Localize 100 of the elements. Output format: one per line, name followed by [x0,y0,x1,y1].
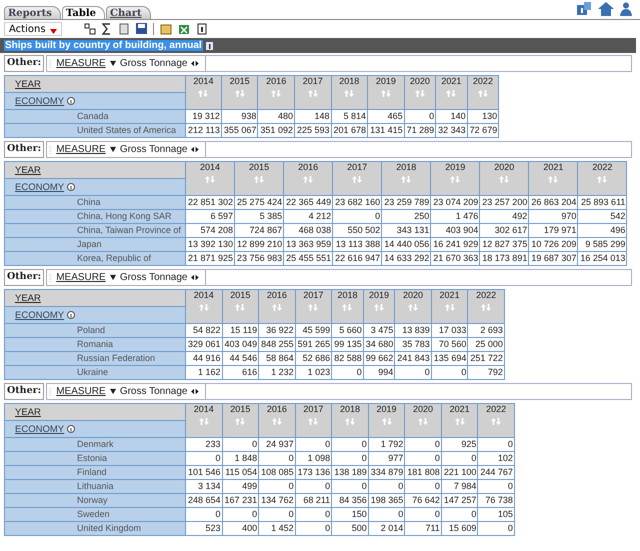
sort-arrows-icon[interactable] [344,90,354,97]
tab[interactable]: Reports [4,6,61,19]
sort-arrows-icon[interactable] [308,418,318,425]
sort-arrows-icon[interactable] [198,304,209,311]
dimension-link[interactable]: MEASURE [56,386,106,397]
table-cell: 105 [478,508,514,522]
sort-arrows-icon[interactable] [408,304,418,311]
sort-arrows-icon[interactable] [271,90,282,97]
table-cell: 0 [332,438,368,452]
sort-arrows-icon[interactable] [446,90,456,97]
table-cell: 58 864 [258,352,296,366]
sum-icon[interactable] [102,22,112,34]
dropdown-icon[interactable] [110,274,116,281]
table-cell: 19 312 [186,110,222,124]
dimension-link[interactable]: MEASURE [56,272,106,283]
table-cell: 400 [222,522,259,536]
table-cell: 0 [368,480,405,494]
row-label: Finland [4,466,186,480]
sort-arrows-icon[interactable] [308,304,318,311]
home-icon[interactable] [598,2,614,16]
dropdown-icon[interactable] [110,388,116,395]
year-link[interactable]: YEAR [15,164,41,176]
save-icon[interactable] [136,23,147,34]
year-column-header: 2022 [468,290,504,324]
caret-icon[interactable] [50,28,57,34]
dimension-link[interactable]: MEASURE [56,144,106,155]
tab[interactable]: Table [62,6,105,19]
sort-arrows-icon[interactable] [344,418,355,425]
measure-value[interactable]: Gross Tonnage [120,58,188,69]
left-right-arrows-icon[interactable] [191,146,200,153]
sort-arrows-icon[interactable] [235,304,246,311]
left-right-arrows-icon[interactable] [191,274,200,281]
table-cell: 724 867 [234,224,284,238]
sort-arrows-icon[interactable] [308,90,318,97]
sort-arrows-icon[interactable] [235,418,246,425]
sort-arrows-icon[interactable] [198,418,209,425]
left-right-arrows-icon[interactable] [191,60,200,67]
table-cell: 9 585 299 [578,238,627,252]
page-icon[interactable] [196,22,208,34]
sort-arrows-icon[interactable] [272,304,282,311]
measure-value[interactable]: Gross Tonnage [120,386,188,397]
year-column-header: 2020 [394,290,432,324]
spreadsheet-icon[interactable] [178,22,190,34]
actions-dropdown[interactable]: Actions [4,22,62,36]
year-column-header: 2014 [186,290,222,324]
sort-arrows-icon[interactable] [234,90,245,97]
sort-arrows-icon[interactable] [205,176,216,183]
left-right-arrows-icon[interactable] [191,388,200,395]
sort-arrows-icon[interactable] [254,176,264,183]
table-cell: 14 633 292 [382,252,431,266]
dropdown-icon[interactable] [110,146,116,153]
sort-arrows-icon[interactable] [303,176,314,183]
table-cell: 233 [186,438,222,452]
sort-arrows-icon[interactable] [382,418,392,425]
row-label: China, Hong Kong SAR [4,210,186,224]
table-cell: 0 [295,438,332,452]
sort-arrows-icon[interactable] [272,418,282,425]
table-cell: 0 [394,366,432,380]
sort-arrows-icon[interactable] [481,304,492,311]
measure-value[interactable]: Gross Tonnage [120,144,188,155]
sort-arrows-icon[interactable] [401,176,412,183]
year-column-header: 2020 [404,404,442,438]
other-label: Other: [4,55,44,72]
dimension-link[interactable]: MEASURE [56,58,106,69]
economy-link[interactable]: ECONOMY [15,424,64,434]
year-link[interactable]: YEAR [15,292,41,304]
sort-arrows-icon[interactable] [444,304,455,311]
table-cell: 138 189 [332,466,368,480]
table-cell: 25 893 611 [578,196,627,210]
measure-value[interactable]: Gross Tonnage [120,272,188,283]
row-label: Korea, Republic of [4,252,186,266]
sort-arrows-icon[interactable] [491,418,502,425]
sort-arrows-icon[interactable] [499,176,510,183]
sort-arrows-icon[interactable] [478,90,488,97]
pivot-icon[interactable] [84,22,96,34]
sort-arrows-icon[interactable] [342,304,352,311]
sort-arrows-icon[interactable] [548,176,558,183]
year-link[interactable]: YEAR [15,78,41,90]
year-link[interactable]: YEAR [15,406,41,418]
sort-arrows-icon[interactable] [352,176,362,183]
sort-arrows-icon[interactable] [454,418,465,425]
row-label: Sweden [4,508,186,522]
document-icon[interactable] [118,22,130,34]
dropdown-icon[interactable] [110,60,116,67]
economy-link[interactable]: ECONOMY [15,96,64,106]
table-cell: 19 687 307 [528,252,578,266]
sort-arrows-icon[interactable] [418,418,428,425]
sort-arrows-icon[interactable] [414,90,425,97]
sort-arrows-icon[interactable] [374,304,384,311]
sort-arrows-icon[interactable] [380,90,391,97]
sort-arrows-icon[interactable] [597,176,608,183]
sort-arrows-icon[interactable] [450,176,460,183]
table-cell: 0 [258,508,296,522]
economy-link[interactable]: ECONOMY [15,182,64,192]
user-icon[interactable] [620,2,634,16]
tab[interactable]: Chart [106,6,151,19]
economy-link[interactable]: ECONOMY [15,310,64,320]
table-cell: 4 212 [284,210,333,224]
sort-arrows-icon[interactable] [198,90,208,97]
table-cell: 14 440 056 [382,238,431,252]
